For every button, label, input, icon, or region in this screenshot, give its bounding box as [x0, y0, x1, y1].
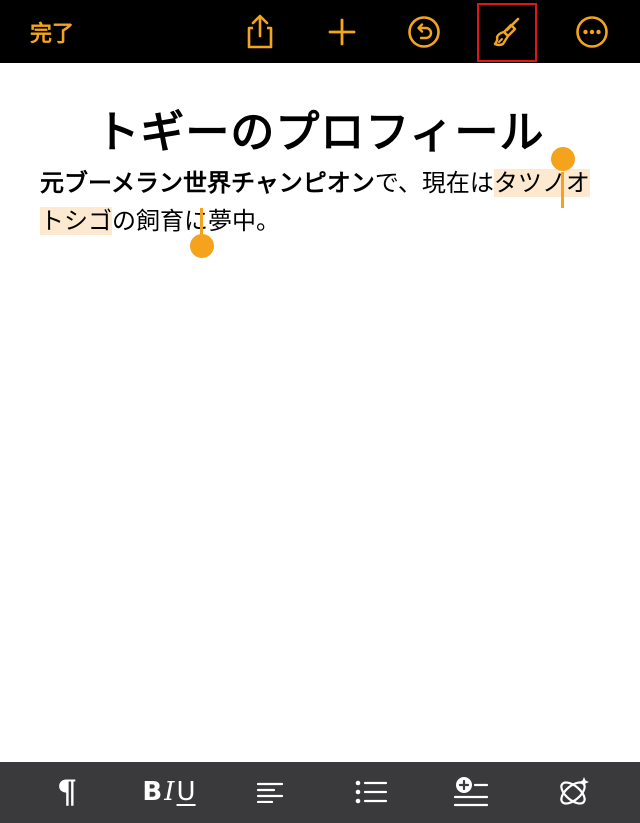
- paragraph-text-end: の飼育に夢中。: [112, 207, 280, 235]
- done-button[interactable]: 完了: [30, 16, 74, 48]
- underline-label: U: [176, 777, 196, 807]
- format-bar: ¶ BIU: [0, 762, 640, 823]
- document-title[interactable]: トギーのプロフィール: [0, 96, 640, 160]
- align-left-icon[interactable]: [254, 772, 286, 812]
- share-icon[interactable]: [240, 12, 280, 52]
- selection-end-handle[interactable]: [190, 234, 214, 258]
- selection-start-line: [561, 172, 564, 208]
- paragraph-icon[interactable]: ¶: [52, 772, 82, 812]
- add-icon[interactable]: [322, 12, 362, 52]
- italic-label: I: [164, 777, 175, 807]
- text-style-icon[interactable]: BIU: [136, 772, 202, 812]
- bold-label: B: [142, 777, 163, 807]
- list-icon[interactable]: [353, 772, 389, 812]
- brush-button-highlight: [477, 3, 537, 62]
- paragraph-text: で、現在は: [374, 169, 494, 197]
- more-icon[interactable]: [572, 12, 612, 52]
- document-paragraph[interactable]: 元ブーメラン世界チャンピオンで、現在はタツノオトシゴの飼育に夢中。: [40, 164, 596, 240]
- smart-annotation-icon[interactable]: [554, 772, 594, 812]
- bold-text: 元ブーメラン世界チャンピオン: [40, 169, 375, 197]
- insert-icon[interactable]: [452, 772, 490, 812]
- top-toolbar: 完了: [0, 0, 640, 63]
- undo-icon[interactable]: [404, 12, 444, 52]
- selection-start-handle[interactable]: [551, 147, 575, 171]
